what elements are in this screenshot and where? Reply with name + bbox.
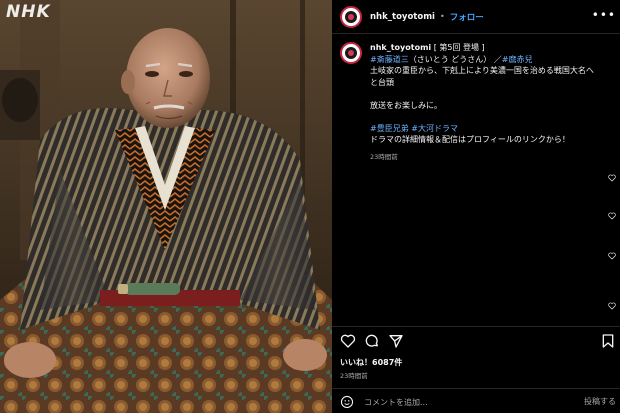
bookmark-icon[interactable] [600, 333, 616, 349]
comment-icon[interactable] [364, 333, 380, 349]
comment-heart-icon[interactable] [608, 174, 616, 182]
comment-heart-icon[interactable] [608, 302, 616, 310]
post-actions [340, 333, 616, 351]
follow-button[interactable]: フォロー [450, 11, 484, 23]
caption-reading: （さいとう どうさん） [408, 54, 492, 64]
comment-input[interactable] [364, 394, 574, 410]
caption-line-3: 放送をお楽しみに。 [370, 100, 442, 110]
caption-text: nhk_toyotomi [ 第5回 登場 ] #斎藤道三（さいとう どうさん）… [370, 42, 616, 163]
caption-slash: ／ [493, 54, 502, 64]
caption-line-1: 土岐家の重臣から、下剋上により美濃一国を治める戦国大名へ [370, 66, 594, 75]
comment-heart-icon[interactable] [608, 252, 616, 260]
post-header: nhk_toyotomi • フォロー ••• [332, 0, 620, 34]
emoji-icon[interactable] [340, 395, 354, 409]
post-timestamp: 23時間前 [340, 372, 368, 380]
caption-avatar[interactable] [340, 42, 362, 64]
post-comment-button[interactable]: 投稿する [584, 396, 616, 407]
likes-count[interactable]: いいね！6087件 [340, 357, 402, 368]
share-icon[interactable] [388, 333, 404, 349]
nhk-watermark: NHK [6, 2, 51, 22]
hashtag-toyotomi-kyodai[interactable]: #豊臣兄弟 [370, 124, 409, 133]
caption: nhk_toyotomi [ 第5回 登場 ] #斎藤道三（さいとう どうさん）… [340, 42, 616, 163]
caption-timestamp: 23時間前 [370, 152, 398, 161]
post-panel: nhk_toyotomi • フォロー ••• nhk_toyotomi [ 第… [332, 0, 620, 413]
more-options-icon[interactable]: ••• [592, 8, 616, 22]
header-username[interactable]: nhk_toyotomi [370, 12, 435, 22]
actions-divider [332, 326, 620, 327]
comment-bar: 投稿する [332, 390, 620, 413]
hashtag-maro-akaji[interactable]: #麿赤兒 [502, 55, 533, 64]
post-photo: NHK [0, 0, 332, 413]
header-separator: • [439, 12, 445, 21]
caption-line-4: ドラマの詳細情報＆配信はプロフィールのリンクから！ [370, 135, 570, 144]
caption-title: [ 第5回 登場 ] [433, 43, 485, 52]
comment-divider [332, 388, 620, 389]
hashtag-saito-dosan[interactable]: #斎藤道三 [370, 55, 409, 64]
caption-username[interactable]: nhk_toyotomi [370, 43, 431, 52]
avatar[interactable] [340, 5, 362, 28]
post-photo-illustration [0, 0, 332, 413]
caption-line-2: と台頭 [370, 77, 394, 87]
comment-heart-icon[interactable] [608, 212, 616, 220]
heart-icon[interactable] [340, 333, 356, 349]
hashtag-taiga-drama[interactable]: #大河ドラマ [411, 124, 458, 133]
